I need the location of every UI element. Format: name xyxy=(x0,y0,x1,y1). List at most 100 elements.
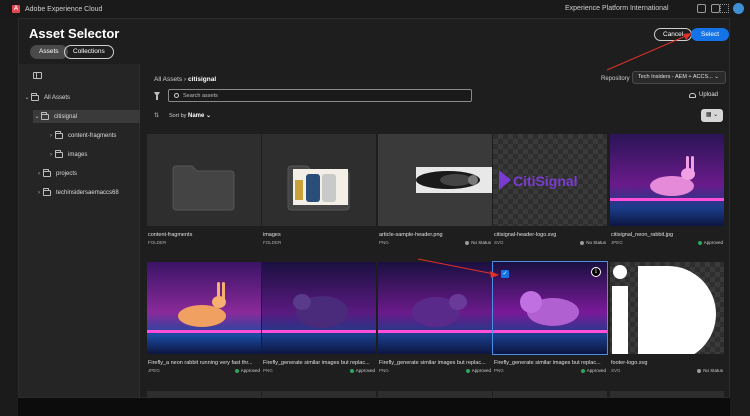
tree-item-content-fragments[interactable]: › content-fragments xyxy=(47,129,140,142)
asset-type: PNG xyxy=(494,368,504,373)
help-icon[interactable] xyxy=(697,4,706,13)
tree-item-citisignal[interactable]: ⌄ citisignal xyxy=(33,110,140,123)
chevron-down-icon[interactable]: ⌄ xyxy=(23,94,31,101)
chevron-right-icon[interactable]: › xyxy=(35,190,43,196)
status-dot xyxy=(465,240,470,245)
app-header: A Adobe Experience Cloud Experience Plat… xyxy=(0,0,750,18)
status-badge: Approved xyxy=(580,368,606,373)
asset-thumbnail xyxy=(378,134,492,226)
sort-icon[interactable]: ⇅ xyxy=(154,112,159,119)
upload-label: Upload xyxy=(699,92,719,98)
tab-collections[interactable]: Collections xyxy=(64,45,114,59)
select-button[interactable]: Select xyxy=(691,28,729,41)
asset-card[interactable]: article-sample-header.png PNG No Status xyxy=(378,134,492,258)
asset-name: Firefly_generate similar images but repl… xyxy=(494,360,601,366)
avatar[interactable] xyxy=(733,3,744,14)
asset-card[interactable]: content-fragments FOLDER xyxy=(147,134,261,258)
status-dot xyxy=(697,240,702,245)
org-name[interactable]: Experience Platform International xyxy=(565,5,669,12)
status-dot xyxy=(349,368,354,373)
tree-item-label: images xyxy=(68,151,88,158)
status-label: Approved xyxy=(471,368,491,373)
status-dot xyxy=(580,368,585,373)
asset-name: Firefly_generate similar images but repl… xyxy=(263,360,370,366)
tree-item-label: citisignal xyxy=(54,113,78,120)
tree-item-label: techinsidersaemaccs68 xyxy=(56,189,119,196)
asset-card[interactable]: citisignal_neon_rabbit.jpg JPEG Approved xyxy=(610,134,724,258)
chevron-right-icon[interactable]: › xyxy=(35,171,43,177)
filter-icon[interactable] xyxy=(154,92,160,100)
breadcrumb-root[interactable]: All Assets xyxy=(154,76,182,83)
status-label: No Status xyxy=(471,240,491,245)
status-dot xyxy=(580,240,585,245)
folder-icon xyxy=(55,130,63,139)
neon-gorilla-image xyxy=(262,294,376,333)
asset-card-selected[interactable]: ✓ i Firefly_generate similar images but … xyxy=(492,261,608,386)
chevron-down-icon[interactable]: ⌄ xyxy=(33,113,41,120)
breadcrumb-separator-icon: › xyxy=(184,76,187,83)
status-label: No Status xyxy=(703,368,723,373)
sidebar-toggle-icon[interactable] xyxy=(33,72,42,79)
neon-rabbit-image xyxy=(147,282,261,333)
status-label: Approved xyxy=(240,368,260,373)
asset-type: JPEG xyxy=(148,368,160,373)
folder-icon xyxy=(31,92,39,101)
asset-thumbnail: CitiSignal xyxy=(493,134,607,226)
info-icon[interactable]: i xyxy=(591,267,601,277)
asset-type: PNG xyxy=(379,240,389,245)
status-badge: Approved xyxy=(465,368,491,373)
upload-button[interactable]: Upload xyxy=(689,92,718,98)
asset-type: JPEG xyxy=(611,240,623,245)
asset-name: Firefly_a neon rabbit running very fast … xyxy=(148,360,253,366)
logo-text: CitiSignal xyxy=(513,173,578,189)
tab-assets[interactable]: Assets xyxy=(30,45,68,59)
search-field[interactable] xyxy=(168,89,472,102)
repository-select[interactable]: Tech Insiders - AEM + ACCS... ⌄ xyxy=(632,71,726,84)
neon-rabbit-image xyxy=(610,156,724,201)
asset-name: citisignal-header-logo.svg xyxy=(494,232,557,238)
tree-item-label: projects xyxy=(56,170,78,177)
sort-label: Sort by xyxy=(169,113,187,119)
tree-item-images[interactable]: › images xyxy=(47,148,140,161)
asset-thumbnail xyxy=(262,262,376,354)
asset-card-partial xyxy=(147,391,261,397)
asset-card[interactable]: footer-logo.svg SVG No Status xyxy=(610,262,724,386)
neon-gorilla-image xyxy=(378,294,492,333)
selection-checkbox[interactable]: ✓ xyxy=(501,270,509,278)
asset-card-partial xyxy=(610,391,724,397)
status-label: Approved xyxy=(703,240,723,245)
folder-with-preview-icon xyxy=(287,165,350,211)
asset-card[interactable]: Firefly_generate similar images but repl… xyxy=(262,262,376,386)
cancel-button[interactable]: Cancel xyxy=(654,28,693,41)
tree-item-all-assets[interactable]: ⌄ All Assets xyxy=(23,91,140,104)
product-name: Adobe Experience Cloud xyxy=(25,5,103,13)
asset-type: SVG xyxy=(611,368,621,373)
notifications-icon[interactable] xyxy=(711,4,720,13)
asset-card[interactable]: images FOLDER xyxy=(262,134,376,258)
status-badge: No Status xyxy=(697,368,723,373)
asset-thumbnail xyxy=(262,134,376,226)
chevron-right-icon[interactable]: › xyxy=(47,133,55,139)
tree-item-label: content-fragments xyxy=(68,132,117,139)
folder-icon xyxy=(172,165,235,211)
image-thumbnail xyxy=(416,167,492,193)
folder-tree-panel: ⌄ All Assets ⌄ citisignal › content-frag… xyxy=(19,64,140,397)
asset-card[interactable]: CitiSignal citisignal-header-logo.svg SV… xyxy=(493,134,607,258)
breadcrumb-current: citisignal xyxy=(187,76,217,83)
asset-thumbnail xyxy=(147,262,261,354)
asset-type: PNG xyxy=(263,368,273,373)
apps-grid-icon[interactable] xyxy=(720,4,729,13)
folder-icon xyxy=(43,187,51,196)
tree-item-techinsiders[interactable]: › techinsidersaemaccs68 xyxy=(35,186,140,199)
sort-dropdown[interactable]: Name ⌄ xyxy=(188,112,211,119)
search-input[interactable] xyxy=(183,90,463,101)
tree-item-label: All Assets xyxy=(44,94,71,101)
asset-card[interactable]: Firefly_generate similar images but repl… xyxy=(378,262,492,386)
adobe-logo-icon[interactable]: A xyxy=(12,5,20,13)
tree-item-projects[interactable]: › projects xyxy=(35,167,140,180)
asset-type: PNG xyxy=(379,368,389,373)
asset-card[interactable]: Firefly_a neon rabbit running very fast … xyxy=(147,262,261,386)
chevron-right-icon[interactable]: › xyxy=(47,152,55,158)
view-toggle-button[interactable]: ▦ ⌄ xyxy=(701,109,723,122)
asset-card-partial xyxy=(262,391,376,397)
